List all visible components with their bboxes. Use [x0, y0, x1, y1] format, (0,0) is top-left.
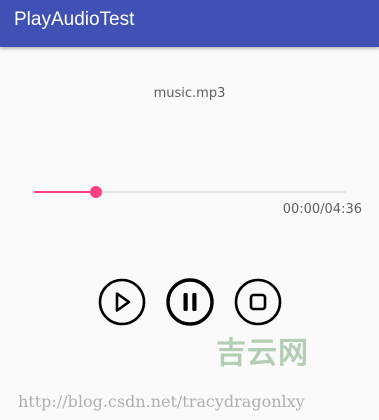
watermark-brand: 吉云网	[216, 336, 309, 371]
stop-icon	[234, 278, 282, 326]
file-name-label: music.mp3	[153, 86, 226, 101]
seek-progress	[34, 191, 97, 193]
app-bar: PlayAudioTest	[0, 0, 379, 47]
pause-icon	[166, 278, 214, 326]
watermark-url: http://blog.csdn.net/tracydragonlxy	[18, 392, 305, 411]
stop-button[interactable]	[234, 278, 282, 326]
play-button[interactable]	[98, 278, 146, 326]
play-icon	[98, 278, 146, 326]
app-title: PlayAudioTest	[14, 9, 135, 30]
seek-thumb[interactable]	[90, 186, 103, 198]
time-display: 00:00/04:36	[282, 202, 362, 217]
seek-bar[interactable]	[34, 184, 346, 200]
pause-button[interactable]	[166, 278, 214, 326]
